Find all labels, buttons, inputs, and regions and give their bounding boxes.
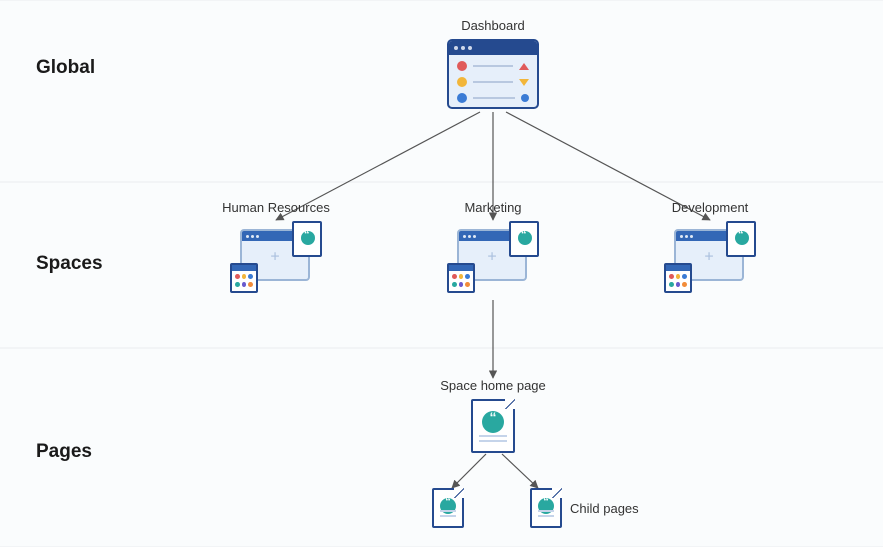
page-document-icon xyxy=(509,221,539,257)
home-page-node: Space home page xyxy=(432,378,554,453)
space-node-development: Development + xyxy=(650,200,770,293)
dashboard-node: Dashboard xyxy=(447,18,539,109)
space-icon: + xyxy=(447,221,539,293)
child-page-node-left xyxy=(432,488,464,528)
space-icon: + xyxy=(230,221,322,293)
space-label-marketing: Marketing xyxy=(433,200,553,215)
page-document-icon xyxy=(432,488,464,528)
space-node-marketing: Marketing + xyxy=(433,200,553,293)
page-document-icon xyxy=(726,221,756,257)
space-label-development: Development xyxy=(650,200,770,215)
level-label-pages: Pages xyxy=(36,441,92,463)
page-document-icon xyxy=(530,488,562,528)
page-document-icon xyxy=(292,221,322,257)
dashboard-label: Dashboard xyxy=(447,18,539,33)
mini-window-icon xyxy=(230,263,258,293)
level-band-global: Global xyxy=(0,0,883,182)
space-node-hr: Human Resources + xyxy=(216,200,336,293)
child-pages-label: Child pages xyxy=(570,501,639,516)
level-label-global: Global xyxy=(36,57,95,79)
child-page-node-right: Child pages xyxy=(530,488,639,528)
space-label-hr: Human Resources xyxy=(216,200,336,215)
dashboard-icon xyxy=(447,39,539,109)
mini-window-icon xyxy=(664,263,692,293)
home-page-label: Space home page xyxy=(432,378,554,393)
mini-window-icon xyxy=(447,263,475,293)
page-document-icon xyxy=(471,399,515,453)
level-label-spaces: Spaces xyxy=(36,253,103,275)
space-icon: + xyxy=(664,221,756,293)
